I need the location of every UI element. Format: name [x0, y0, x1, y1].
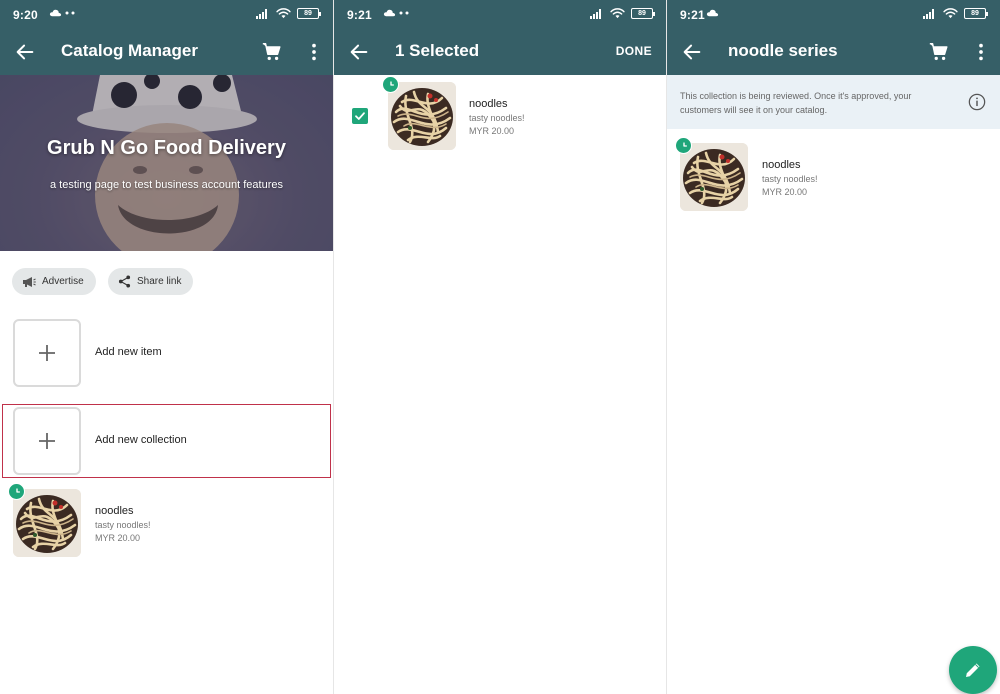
status-time: 9:20: [13, 8, 38, 22]
back-arrow-icon[interactable]: [14, 41, 36, 63]
battery-icon: 89: [964, 8, 988, 19]
advertise-button[interactable]: Advertise: [12, 268, 96, 295]
business-cover-photo: Grub N Go Food Delivery a testing page t…: [0, 75, 333, 251]
add-new-item-row[interactable]: Add new item: [13, 319, 321, 387]
screen-collection: 9:21 89 noodle series This collection is…: [667, 0, 1000, 694]
status-bar: 9:20 89: [0, 0, 333, 30]
review-notice-banner: This collection is being reviewed. Once …: [667, 75, 1000, 129]
status-bar: 9:21 89: [334, 0, 667, 30]
status-time: 9:21: [680, 8, 705, 22]
status-time: 9:21: [347, 8, 372, 22]
cloud-icon: [49, 8, 62, 17]
app-bar: Catalog Manager: [0, 30, 333, 75]
advertise-label: Advertise: [42, 276, 84, 287]
pending-clock-icon: [675, 137, 692, 154]
system-icons: 89: [256, 8, 321, 19]
pending-clock-icon: [382, 76, 399, 93]
app-bar: 1 Selected DONE: [334, 30, 667, 75]
info-icon[interactable]: [968, 93, 986, 111]
share-link-label: Share link: [137, 276, 182, 287]
signal-icon: [256, 9, 270, 19]
add-item-box[interactable]: [13, 319, 81, 387]
wifi-icon: [610, 8, 625, 19]
edit-fab-button[interactable]: [949, 646, 997, 694]
signal-icon: [923, 9, 937, 19]
product-description: tasty noodles!: [95, 520, 151, 530]
more-options-icon[interactable]: [970, 41, 992, 63]
noodles-thumbnail: [388, 82, 456, 150]
screen-selection: 9:21 89 1 Selected DONE noodles tasty no…: [334, 0, 667, 694]
business-description: a testing page to test business account …: [50, 179, 283, 191]
wifi-icon: [276, 8, 291, 19]
cart-icon[interactable]: [928, 41, 950, 63]
highlight-box: [2, 404, 331, 478]
wifi-icon: [943, 8, 958, 19]
product-name: noodles: [762, 159, 801, 171]
notification-icons: [706, 8, 719, 17]
pencil-icon: [966, 663, 980, 677]
product-price: MYR 20.00: [762, 187, 808, 197]
item-checkbox[interactable]: [352, 108, 368, 124]
back-arrow-icon[interactable]: [681, 41, 703, 63]
megaphone-icon: [23, 276, 36, 287]
product-name: noodles: [469, 98, 508, 110]
back-arrow-icon[interactable]: [348, 41, 370, 63]
share-link-button[interactable]: Share link: [108, 268, 194, 295]
product-description: tasty noodles!: [469, 113, 525, 123]
notification-icons: [383, 8, 409, 17]
product-price: MYR 20.00: [469, 126, 515, 136]
system-icons: 89: [590, 8, 655, 19]
add-new-item-label: Add new item: [95, 346, 162, 358]
collection-title: noodle series: [728, 41, 838, 60]
battery-icon: 89: [297, 8, 321, 19]
product-price: MYR 20.00: [95, 533, 141, 543]
battery-icon: 89: [631, 8, 655, 19]
done-button[interactable]: DONE: [616, 44, 652, 58]
noodles-thumbnail: [13, 489, 81, 557]
cover-illustration: [0, 75, 333, 251]
notification-icons: [49, 8, 75, 17]
noodles-thumbnail: [680, 143, 748, 211]
product-name: noodles: [95, 505, 134, 517]
share-icon: [118, 275, 131, 288]
business-name: Grub N Go Food Delivery: [47, 137, 286, 159]
app-bar: noodle series: [667, 30, 1000, 75]
screen-catalog-manager: 9:20 89 Catalog Manager Grub N Go Food D…: [0, 0, 333, 694]
status-bar: 9:21 89: [667, 0, 1000, 30]
review-notice-text: This collection is being reviewed. Once …: [680, 91, 912, 115]
checkmark-icon: [355, 112, 365, 120]
more-options-icon[interactable]: [303, 41, 325, 63]
product-item[interactable]: noodles tasty noodles! MYR 20.00: [382, 76, 658, 152]
cloud-icon: [383, 8, 396, 17]
page-title: Catalog Manager: [61, 41, 198, 60]
cart-icon[interactable]: [261, 41, 283, 63]
more-notifications-icon: [65, 11, 75, 14]
product-item[interactable]: noodles tasty noodles! MYR 20.00: [8, 483, 313, 559]
plus-icon: [39, 345, 55, 361]
pending-clock-icon: [8, 483, 25, 500]
more-notifications-icon: [399, 11, 409, 14]
system-icons: 89: [923, 8, 988, 19]
product-description: tasty noodles!: [762, 174, 818, 184]
cloud-icon: [706, 8, 719, 17]
product-item[interactable]: noodles tasty noodles! MYR 20.00: [675, 137, 980, 213]
signal-icon: [590, 9, 604, 19]
selection-count-title: 1 Selected: [395, 41, 480, 60]
